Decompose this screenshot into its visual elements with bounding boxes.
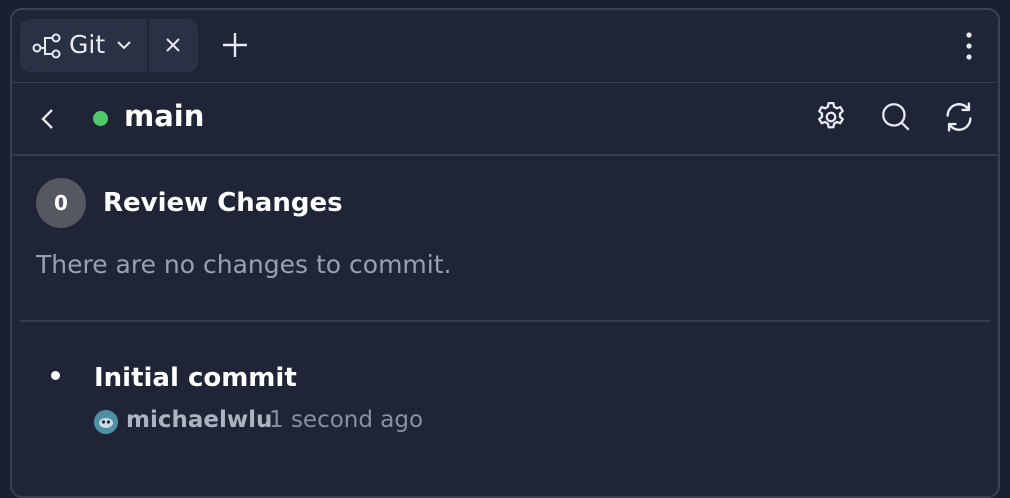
divider <box>20 320 990 322</box>
branch-header: main <box>12 82 998 156</box>
search-icon[interactable] <box>879 100 913 134</box>
branch-status-dot <box>93 111 108 126</box>
review-changes-title: Review Changes <box>103 188 343 218</box>
close-icon[interactable] <box>164 36 182 54</box>
gear-icon[interactable] <box>814 100 848 134</box>
branch-name: main <box>124 99 205 133</box>
commit-author: michaelwlu <box>126 407 273 433</box>
refresh-icon[interactable] <box>942 100 976 134</box>
commit-item[interactable]: Initial commit michaelwlu 1 second ago <box>12 360 998 450</box>
tab-label: Git <box>69 30 106 59</box>
commit-bullet <box>51 371 60 380</box>
git-branch-icon <box>32 33 61 59</box>
avatar <box>94 410 118 434</box>
commit-time: 1 second ago <box>269 407 424 433</box>
chevron-down-icon[interactable] <box>116 37 132 53</box>
tab-bar: Git <box>12 10 998 83</box>
more-vertical-icon[interactable] <box>956 30 982 62</box>
no-changes-message: There are no changes to commit. <box>36 250 452 279</box>
changes-count-badge: 0 <box>36 178 86 228</box>
git-panel: Git main 0 Review Changes There are no c… <box>10 8 1000 498</box>
tab-git[interactable]: Git <box>20 19 198 72</box>
tab-divider <box>147 19 149 72</box>
plus-icon[interactable] <box>222 32 248 58</box>
chevron-left-icon[interactable] <box>38 108 58 130</box>
commit-message: Initial commit <box>94 363 297 393</box>
